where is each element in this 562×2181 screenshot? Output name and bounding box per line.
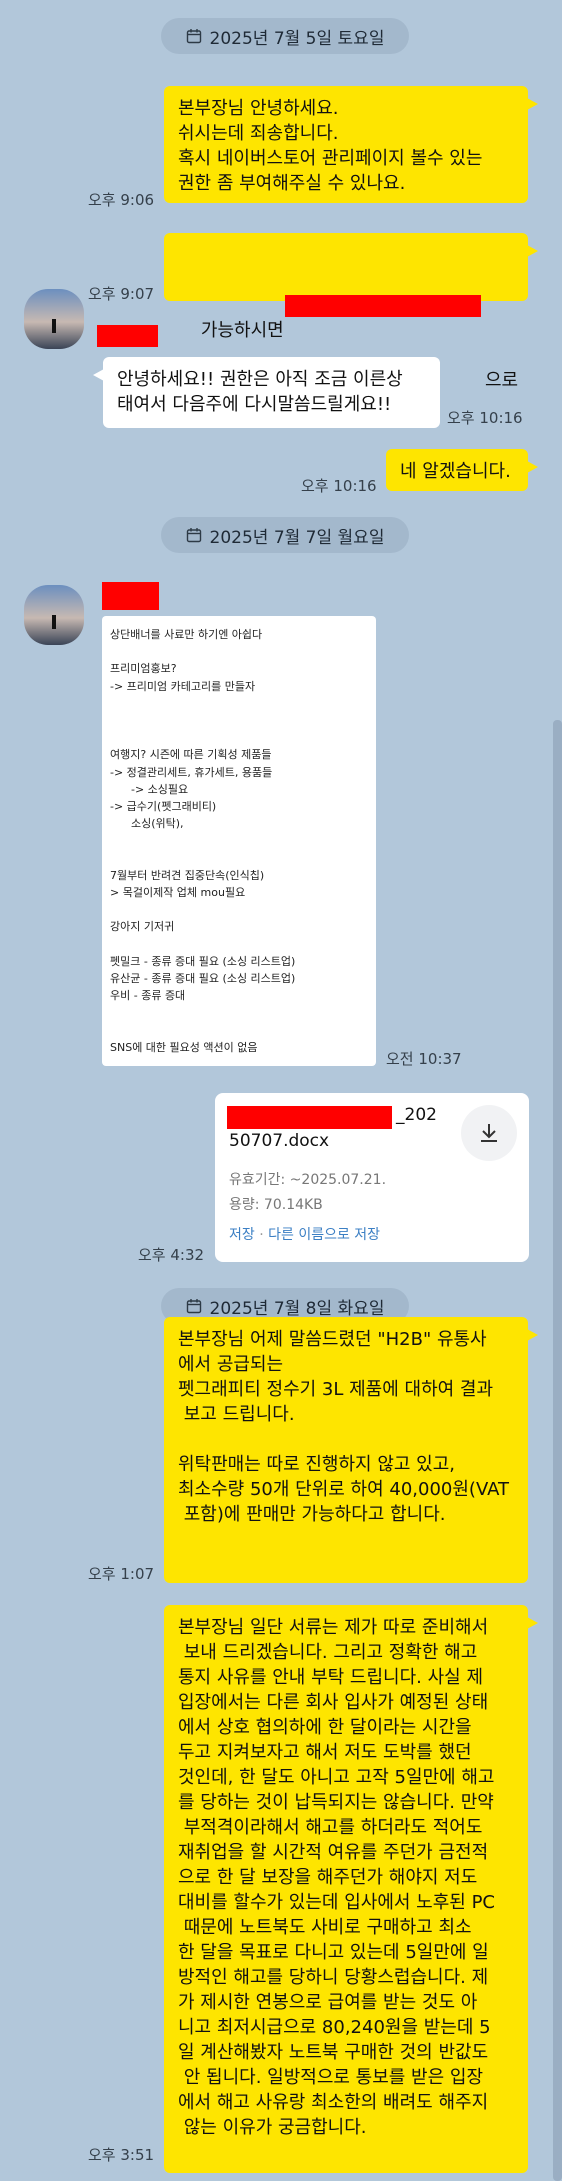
message-text: 으로 xyxy=(485,370,519,391)
document-text-line: -> 소싱필요 xyxy=(110,782,189,796)
message-time: 오전 10:37 xyxy=(386,1050,462,1068)
my-message-bubble[interactable]: 가능하시면 으로 부탁드립니다 xyxy=(164,233,538,391)
download-icon xyxy=(481,1124,497,1142)
sender-name-redacted xyxy=(102,582,159,610)
message-line: 가능하시면 으로 xyxy=(178,293,518,391)
message-time: 오후 3:51 xyxy=(88,2146,155,2164)
date-divider: 2025년 7월 7일 월요일 xyxy=(161,517,409,553)
my-message-bubble[interactable]: 본부장님 일단 서류는 제가 따로 준비해서 보내 드리겠습니다. 그리고 정확… xyxy=(164,1605,538,2173)
save-link[interactable]: 저장 xyxy=(229,1227,255,1243)
calendar-icon xyxy=(186,528,201,543)
document-text-line: -> 프리미엄 카테고리를 만들자 xyxy=(110,679,256,693)
file-attachment-card[interactable]: _202 50707.docx 유효기간: ~2025.07.21. 용량: 7… xyxy=(215,1093,529,1262)
document-text-line: 소싱(위탁), xyxy=(110,817,184,831)
avatar-image xyxy=(24,289,84,349)
document-text-line: 유산균 - 종류 증대 필요 (소싱 리스트업) xyxy=(110,972,296,985)
message-time: 오후 1:07 xyxy=(88,1565,155,1583)
calendar-icon xyxy=(186,1299,201,1314)
redaction-block xyxy=(285,295,481,317)
document-text-line: -> 급수기(펫그래비티) xyxy=(110,800,217,813)
sender-name-redacted xyxy=(97,325,158,347)
file-name-part: _202 xyxy=(396,1105,437,1125)
message-text: 가능하시면 xyxy=(200,320,284,341)
document-text-line: 펫밀크 - 종류 증대 필요 (소싱 리스트업) xyxy=(110,954,296,968)
message-time: 오후 4:32 xyxy=(138,1246,205,1264)
message-time: 오후 10:16 xyxy=(447,409,523,427)
date-divider: 2025년 7월 5일 토요일 xyxy=(161,18,409,54)
file-expiry: 유효기간: ~2025.07.21. xyxy=(229,1172,387,1188)
document-text-line: 우비 - 종류 증대 xyxy=(110,989,186,1003)
avatar-image xyxy=(24,585,84,645)
document-text-line: 프리미엄홍보? xyxy=(110,662,177,676)
document-text-line: > 목걸이제작 업체 mou필요 xyxy=(110,886,246,899)
separator: · xyxy=(259,1227,264,1243)
date-label: 2025년 7월 8일 화요일 xyxy=(209,1298,385,1319)
avatar[interactable] xyxy=(24,585,84,645)
file-name: 50707.docx xyxy=(229,1131,330,1151)
document-text-line: -> 정결관리세트, 휴가세트, 용품들 xyxy=(110,765,273,779)
document-text-line: SNS에 대한 필요성 액션이 없음 xyxy=(110,1040,258,1054)
document-text-line: 여행지? 시즌에 따른 기획성 제품들 xyxy=(110,748,272,762)
my-message-bubble[interactable]: 네 알겠습니다. xyxy=(386,449,538,491)
document-text-line: 상단배너를 사료만 하기엔 아쉽다 xyxy=(110,628,263,641)
date-label: 2025년 7월 5일 토요일 xyxy=(209,28,385,49)
calendar-icon xyxy=(186,29,201,44)
file-actions: 저장 · 다른 이름으로 저장 xyxy=(229,1224,380,1244)
message-time: 오후 9:06 xyxy=(88,191,155,209)
save-as-link[interactable]: 다른 이름으로 저장 xyxy=(268,1227,380,1243)
filename-redacted xyxy=(227,1106,392,1129)
file-size: 용량: 70.14KB xyxy=(229,1197,323,1213)
avatar[interactable] xyxy=(24,289,84,349)
document-text-line: 7월부터 반려견 집중단속(인식칩) xyxy=(110,868,265,882)
my-message-bubble[interactable]: 본부장님 어제 말씀드렸던 "H2B" 유통사 에서 공급되는 펫그래피티 정수… xyxy=(164,1317,538,1583)
download-button[interactable] xyxy=(461,1105,517,1161)
date-label: 2025년 7월 7일 월요일 xyxy=(209,527,385,548)
document-image[interactable]: 상단배너를 사료만 하기엔 아쉽다프리미엄홍보? -> 프리미엄 카테고리를 만들… xyxy=(102,616,376,1066)
message-time: 오후 10:16 xyxy=(301,477,377,495)
scrollbar[interactable] xyxy=(553,720,562,2181)
message-time: 오후 9:07 xyxy=(88,285,155,303)
received-message-bubble[interactable]: 안녕하세요!! 권한은 아직 조금 이른상 태여서 다음주에 다시말씀드릴게요!… xyxy=(93,357,440,428)
my-message-bubble[interactable]: 본부장님 안녕하세요. 쉬시는데 죄송합니다. 혹시 네이버스토어 관리페이지 … xyxy=(164,86,538,203)
document-text-line: 강아지 기저귀 xyxy=(110,920,175,934)
